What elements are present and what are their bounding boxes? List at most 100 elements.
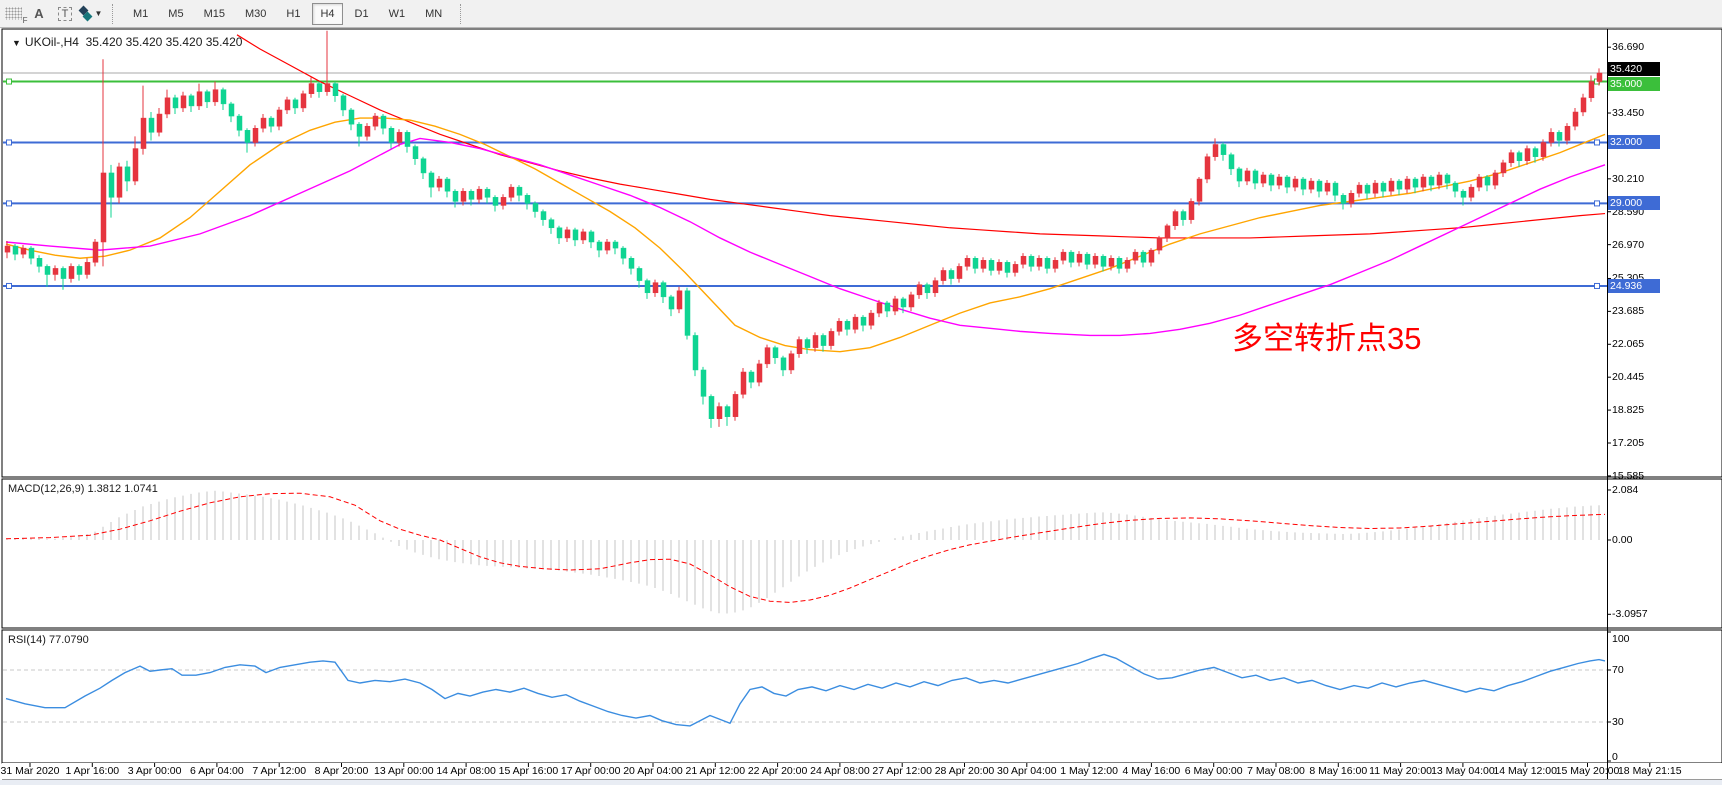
candle-body <box>245 130 250 142</box>
line-handle[interactable] <box>1595 283 1600 288</box>
candle-body <box>125 167 130 181</box>
candle-body <box>725 407 730 417</box>
candle-body <box>541 212 546 220</box>
candle-body <box>645 281 650 293</box>
candle-body <box>597 242 602 250</box>
candle-body <box>1501 163 1506 173</box>
symbol-period-label: UKOil-,H4 <box>25 35 79 49</box>
candle-body <box>1373 183 1378 193</box>
candle-body <box>997 262 1002 270</box>
candle-body <box>1557 132 1562 140</box>
line-handle[interactable] <box>7 283 12 288</box>
chart-annotation-text[interactable]: 多空转折点35 <box>1232 322 1421 356</box>
candle-body <box>565 230 570 238</box>
line-handle[interactable] <box>7 140 12 145</box>
candle-body <box>1141 252 1146 262</box>
candle-body <box>53 268 58 274</box>
candle-body <box>325 84 330 92</box>
candle-body <box>45 266 50 274</box>
rsi-panel[interactable] <box>2 630 1722 763</box>
candle-body <box>261 118 266 128</box>
ohlc-values: 35.420 35.420 35.420 35.420 <box>86 35 243 49</box>
macd-panel[interactable] <box>2 479 1722 628</box>
candle-body <box>1549 132 1554 142</box>
candle-body <box>405 132 410 146</box>
candle-body <box>381 116 386 128</box>
price-tag-label: 35.420 <box>1608 62 1660 76</box>
candle-body <box>229 104 234 116</box>
candle-body <box>477 189 482 199</box>
candle-body <box>1189 201 1194 219</box>
candle-body <box>93 242 98 262</box>
candle-body <box>573 230 578 240</box>
candle-body <box>1117 258 1122 268</box>
line-handle[interactable] <box>7 79 12 84</box>
candle-body <box>1013 264 1018 272</box>
candle-body <box>1133 252 1138 260</box>
candle-body <box>69 266 74 278</box>
candle-body <box>1333 183 1338 195</box>
candle-body <box>525 195 530 203</box>
rsi-indicator-label: RSI(14) 77.0790 <box>8 634 89 646</box>
line-handle[interactable] <box>7 201 12 206</box>
candle-body <box>373 116 378 126</box>
candle-body <box>1269 175 1274 185</box>
candle-body <box>285 100 290 110</box>
candle-body <box>1053 260 1058 268</box>
candle-body <box>493 197 498 205</box>
candle-body <box>1565 126 1570 140</box>
candle-body <box>1597 73 1602 82</box>
candle-body <box>1381 183 1386 191</box>
line-handle[interactable] <box>1595 201 1600 206</box>
candle-body <box>805 340 810 348</box>
candle-body <box>293 100 298 108</box>
candle-body <box>421 159 426 173</box>
candle-body <box>1541 142 1546 156</box>
candle-body <box>989 260 994 270</box>
candle-body <box>933 281 938 293</box>
candle-body <box>1005 262 1010 272</box>
candle-body <box>765 348 770 364</box>
chart-canvas[interactable] <box>0 0 1722 785</box>
rsi-tick-label: 30 <box>1612 716 1624 728</box>
rsi-tick-label: 100 <box>1612 633 1630 645</box>
candle-body <box>29 248 34 258</box>
candle-body <box>1109 258 1114 266</box>
candle-body <box>485 189 490 197</box>
candle-body <box>909 295 914 307</box>
candle-body <box>941 270 946 280</box>
candle-body <box>949 270 954 278</box>
candle-body <box>1445 175 1450 183</box>
price-tick-label: 36.690 <box>1612 41 1644 53</box>
candle-body <box>149 118 154 132</box>
candle-body <box>1045 258 1050 268</box>
line-handle[interactable] <box>1595 140 1600 145</box>
candle-body <box>829 331 834 345</box>
price-tick-label: 17.205 <box>1612 437 1644 449</box>
candle-body <box>901 299 906 307</box>
candle-body <box>213 90 218 102</box>
price-tag-label: 29.000 <box>1608 196 1660 210</box>
price-tag-label: 24.936 <box>1608 279 1660 293</box>
candle-body <box>197 92 202 106</box>
candle-body <box>709 396 714 418</box>
candle-body <box>1061 252 1066 260</box>
macd-tick-label: 0.00 <box>1612 534 1632 546</box>
candle-body <box>101 173 106 242</box>
candle-body <box>613 242 618 248</box>
candle-body <box>869 313 874 325</box>
candle-body <box>1493 173 1498 185</box>
candle-body <box>813 335 818 347</box>
candle-body <box>365 126 370 136</box>
candle-body <box>1077 254 1082 262</box>
chevron-down-icon[interactable]: ▼ <box>12 38 21 48</box>
candle-body <box>557 228 562 238</box>
candle-body <box>1285 177 1290 187</box>
candle-body <box>861 317 866 325</box>
price-tick-label: 15.585 <box>1612 470 1644 482</box>
candle-body <box>981 260 986 268</box>
main-chart-panel[interactable] <box>2 29 1722 477</box>
candle-body <box>333 84 338 96</box>
candle-body <box>1397 181 1402 189</box>
candle-body <box>1461 191 1466 197</box>
